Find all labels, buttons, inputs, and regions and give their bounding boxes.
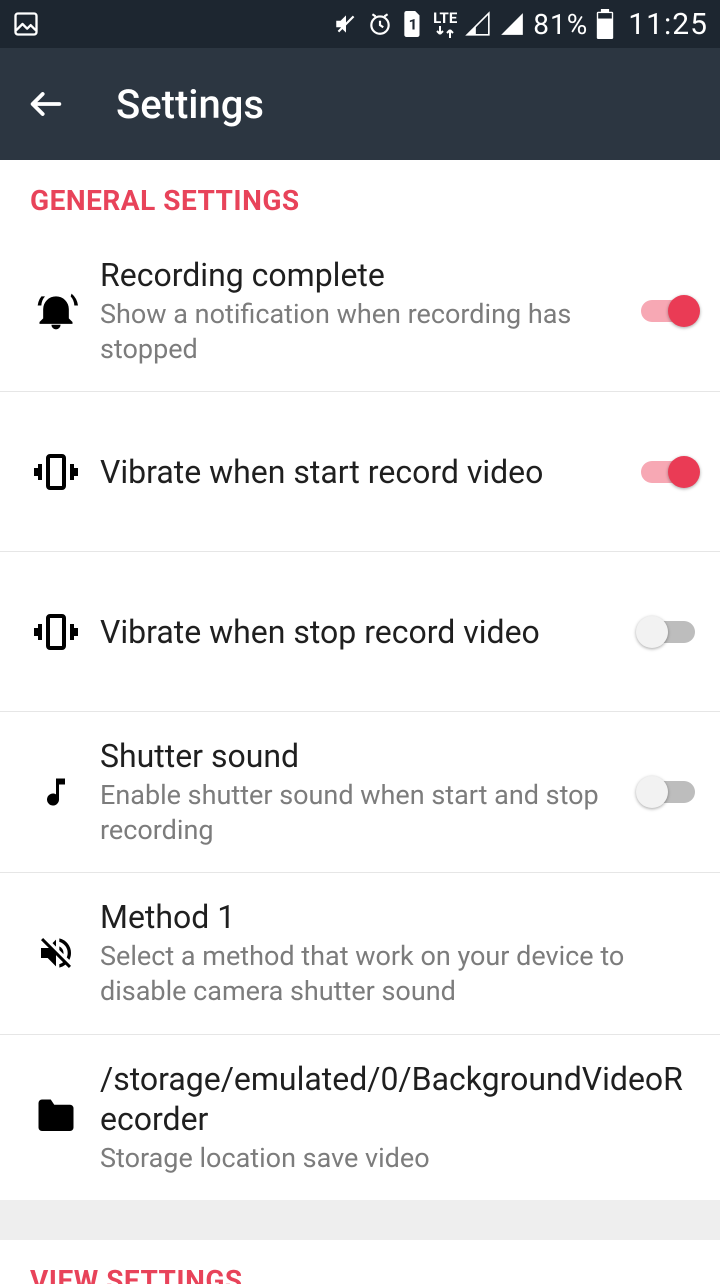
vibrate-icon (20, 608, 92, 656)
status-bar: 1 LTE 81% 11:25 (0, 0, 720, 48)
volume-off-icon (20, 933, 92, 973)
section-view: VIEW SETTINGS (0, 1240, 720, 1284)
settings-list: GENERAL SETTINGS Recording complete Show… (0, 160, 720, 1200)
row-storage-location[interactable]: /storage/emulated/0/BackgroundVideoRecor… (0, 1035, 720, 1200)
battery-icon (596, 9, 614, 39)
row-subtitle: Select a method that work on your device… (100, 939, 690, 1009)
back-button[interactable] (24, 82, 68, 126)
row-method[interactable]: Method 1 Select a method that work on yo… (0, 873, 720, 1034)
app-bar: Settings (0, 48, 720, 160)
row-recording-complete[interactable]: Recording complete Show a notification w… (0, 231, 720, 392)
row-subtitle: Show a notification when recording has s… (100, 297, 618, 367)
image-icon (12, 10, 40, 38)
row-title: Shutter sound (100, 736, 618, 776)
bell-icon (20, 289, 92, 333)
toggle-shutter-sound[interactable] (636, 774, 700, 810)
settings-list-2: VIEW SETTINGS (0, 1240, 720, 1284)
clock-text: 11:25 (628, 7, 708, 42)
toggle-vibrate-stop[interactable] (636, 614, 700, 650)
row-title: Method 1 (100, 897, 690, 937)
folder-icon (20, 1099, 92, 1135)
row-title: Vibrate when start record video (100, 452, 618, 492)
row-vibrate-start[interactable]: Vibrate when start record video (0, 392, 720, 552)
row-title: Recording complete (100, 255, 618, 295)
toggle-vibrate-start[interactable] (636, 454, 700, 490)
row-title: /storage/emulated/0/BackgroundVideoRecor… (100, 1059, 690, 1139)
row-title: Vibrate when stop record video (100, 612, 618, 652)
svg-text:1: 1 (409, 15, 418, 33)
row-vibrate-stop[interactable]: Vibrate when stop record video (0, 552, 720, 712)
status-left (12, 10, 40, 38)
mute-icon (333, 11, 359, 37)
row-subtitle: Storage location save video (100, 1141, 690, 1176)
signal2-icon (499, 11, 525, 37)
section-general: GENERAL SETTINGS (0, 160, 720, 231)
vibrate-icon (20, 448, 92, 496)
signal1-icon (465, 11, 491, 37)
status-right: 1 LTE 81% 11:25 (333, 7, 708, 42)
sim-icon: 1 (401, 11, 425, 37)
page-title: Settings (116, 81, 264, 128)
row-subtitle: Enable shutter sound when start and stop… (100, 778, 618, 848)
music-note-icon (20, 772, 92, 812)
battery-percent: 81% (533, 8, 588, 41)
row-shutter-sound[interactable]: Shutter sound Enable shutter sound when … (0, 712, 720, 873)
lte-indicator: LTE (433, 11, 457, 38)
alarm-icon (367, 11, 393, 37)
toggle-recording-complete[interactable] (636, 293, 700, 329)
section-gap (0, 1200, 720, 1240)
